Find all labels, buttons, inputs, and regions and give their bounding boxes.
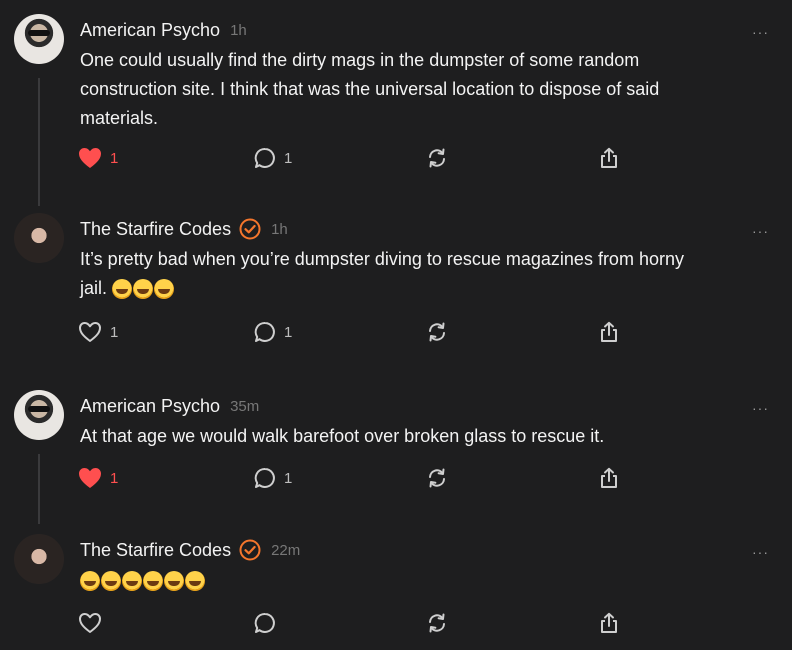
rolling-on-floor-laughing-emoji [112,279,133,300]
repost-button[interactable] [426,465,448,491]
post-actions: 1 1 [78,465,638,491]
repost-icon [429,148,445,168]
like-button[interactable]: 1 [78,145,118,171]
username[interactable]: The Starfire Codes [80,540,231,561]
reply-count: 1 [284,323,293,341]
post-header: The Starfire Codes 22m [80,538,300,562]
post-body [80,566,770,595]
timestamp: 22m [271,541,301,559]
like-button[interactable]: 1 [78,319,118,345]
post-2: The Starfire Codes 1h ··· It’s pretty ba… [0,213,792,363]
share-icon [601,321,617,342]
verified-badge-icon [239,218,261,240]
post-text-line: It’s pretty bad when you’re dumpster div… [80,249,684,269]
rolling-on-floor-laughing-emoji [80,571,100,592]
post-text-line: jail. [80,274,770,303]
rolling-on-floor-laughing-emoji [164,571,184,592]
heart-outline-icon [79,322,101,342]
comment-button[interactable] [254,610,276,636]
like-count: 1 [110,149,119,167]
timestamp: 1h [271,220,288,238]
post-body: At that age we would walk barefoot over … [80,422,770,451]
avatar[interactable] [14,390,64,440]
reply-count: 1 [284,149,293,167]
comment-icon [254,467,275,488]
emoji-row [112,279,175,300]
like-button[interactable]: 1 [78,465,118,491]
more-options-button[interactable]: ··· [752,24,769,40]
username[interactable]: American Psycho [80,396,220,417]
post-body: It’s pretty bad when you’re dumpster div… [80,245,770,303]
share-button[interactable] [598,465,620,491]
post-actions [78,610,638,636]
share-icon [601,612,617,633]
avatar[interactable] [14,213,64,263]
rolling-on-floor-laughing-emoji [133,279,154,300]
post-header: American Psycho 35m [80,394,259,418]
rolling-on-floor-laughing-emoji [143,571,163,592]
thread: American Psycho 1h ··· One could usually… [0,0,792,650]
repost-button[interactable] [426,145,448,171]
share-button[interactable] [598,145,620,171]
comment-button[interactable]: 1 [254,145,292,171]
comment-button[interactable]: 1 [254,465,292,491]
post-text-line: materials. [80,108,159,128]
heart-icon [79,148,101,168]
repost-button[interactable] [426,610,448,636]
comment-button[interactable]: 1 [254,319,292,345]
more-options-button[interactable]: ··· [752,223,769,239]
emoji-row [80,571,205,592]
rolling-on-floor-laughing-emoji [154,279,175,300]
timestamp: 35m [230,397,260,415]
post-text-line: One could usually find the dirty mags in… [80,50,640,70]
like-button[interactable] [78,610,102,636]
post-3: American Psycho 35m ··· At that age we w… [0,390,792,524]
thread-line [38,454,40,524]
repost-icon [429,613,445,633]
comment-icon [254,321,275,342]
like-count: 1 [110,469,119,487]
rolling-on-floor-laughing-emoji [122,571,142,592]
like-count: 1 [110,323,119,341]
username[interactable]: The Starfire Codes [80,219,231,240]
comment-icon [254,147,275,168]
repost-button[interactable] [426,319,448,345]
timestamp: 1h [230,21,247,39]
rolling-on-floor-laughing-emoji [185,571,205,592]
heart-outline-icon [79,613,101,633]
heart-icon [79,468,101,488]
share-icon [601,147,617,168]
repost-icon [429,322,445,342]
avatar[interactable] [14,14,64,64]
avatar[interactable] [14,534,64,584]
post-actions: 1 1 [78,145,638,171]
rolling-on-floor-laughing-emoji [101,571,121,592]
comment-icon [254,612,275,633]
post-header: The Starfire Codes 1h [80,217,288,241]
thread-line [38,78,40,206]
post-1: American Psycho 1h ··· One could usually… [0,14,792,206]
post-header: American Psycho 1h [80,18,247,42]
post-body: One could usually find the dirty mags in… [80,46,770,133]
username[interactable]: American Psycho [80,20,220,41]
share-icon [601,467,617,488]
verified-badge-icon [239,539,261,561]
more-options-button[interactable]: ··· [752,400,769,416]
reply-count: 1 [284,469,293,487]
more-options-button[interactable]: ··· [752,544,769,560]
post-4: The Starfire Codes 22m ··· [0,534,792,650]
post-text-line: At that age we would walk barefoot over … [80,426,605,446]
repost-icon [429,468,445,488]
share-button[interactable] [598,610,620,636]
share-button[interactable] [598,319,620,345]
post-actions: 1 1 [78,319,638,345]
post-text-line: construction site. I think that was the … [80,79,660,99]
post-text-fragment: jail. [80,278,113,298]
